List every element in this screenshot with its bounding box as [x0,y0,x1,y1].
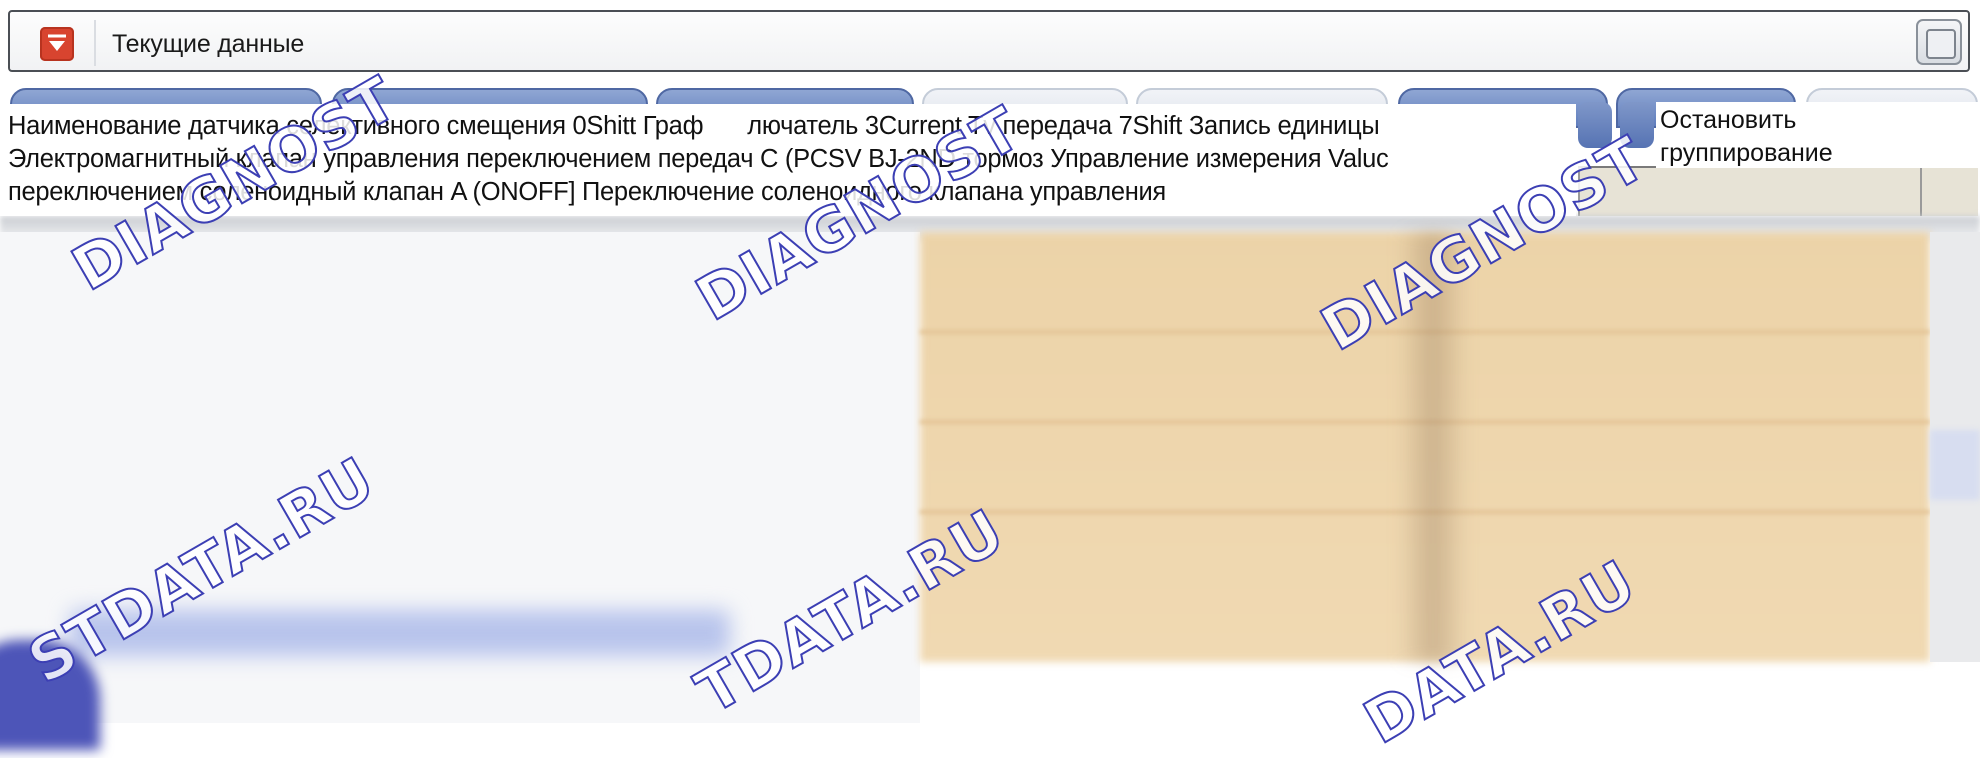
divider [1920,168,1922,216]
scrollbar-thumb[interactable] [1930,430,1980,500]
window-title: Текущие данные [112,30,305,58]
window-title-bar: Текущие данные [8,10,1970,72]
stop-grouping-label-1: Остановить [1660,106,1797,134]
text-line-1: Наименование датчика селективного смещен… [8,112,1380,141]
stop-grouping-label-2: группирование [1660,139,1833,167]
window-restore-icon [1926,29,1956,59]
dropdown-arrow-icon[interactable] [40,27,74,61]
text-line-1b: лючатель 3Current Tv передача 7Shift Зап… [747,112,1380,140]
title-separator [94,20,96,66]
stop-grouping-button[interactable]: Остановить группирование [1656,102,1980,168]
window-restore-button[interactable] [1916,19,1962,65]
